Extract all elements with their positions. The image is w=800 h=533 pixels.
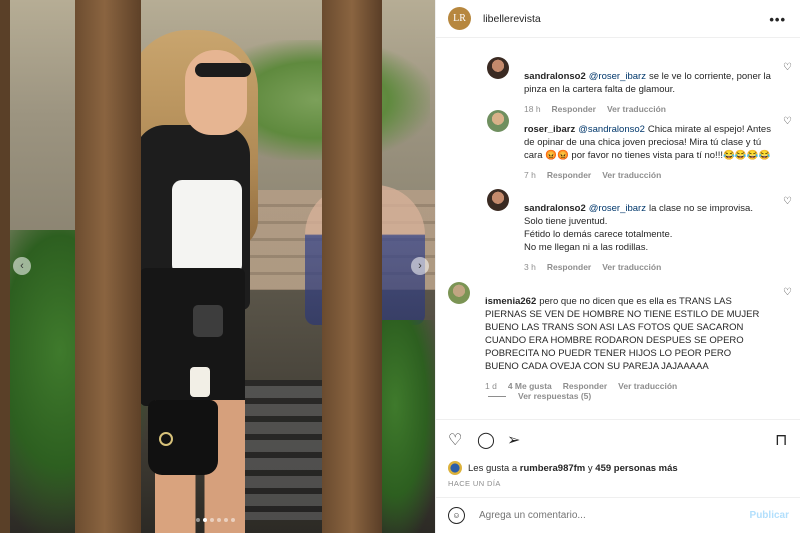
post-actions: ♡ ◯ ➢ ⊓ xyxy=(436,419,800,457)
likes-joiner: y xyxy=(587,462,593,474)
comment-bubble-icon[interactable]: ◯ xyxy=(477,430,495,450)
comment-mention[interactable]: @roser_ibarz xyxy=(589,203,646,214)
comment-input[interactable] xyxy=(479,510,719,521)
carousel-next-button[interactable]: › xyxy=(411,257,429,275)
add-comment-bar: ☺ Publicar xyxy=(436,497,800,533)
carousel-dot xyxy=(210,518,214,522)
comment-meta: 1 d 4 Me gusta Responder Ver traducción xyxy=(485,381,765,391)
avatar[interactable] xyxy=(448,282,470,304)
carousel-dot xyxy=(203,518,207,522)
photo-wood-post-left xyxy=(75,0,141,533)
photo-sunglasses xyxy=(195,63,251,77)
photo-wood-edge xyxy=(0,0,10,533)
likes-summary: Les gusta a rumbera987fm y 459 personas … xyxy=(448,461,678,475)
like-comment-heart-icon[interactable]: ♡ xyxy=(783,287,792,298)
likes-first-user[interactable]: rumbera987fm xyxy=(520,463,585,474)
photo-handbag-ring xyxy=(159,432,173,446)
like-heart-icon[interactable]: ♡ xyxy=(448,430,462,450)
account-name[interactable]: libellerevista xyxy=(483,13,541,25)
reply-button[interactable]: Responder xyxy=(547,170,591,180)
comment-text: ismenia262 pero que no dicen que es ella … xyxy=(485,282,765,373)
comment-meta: 7 h Responder Ver traducción xyxy=(524,170,779,180)
like-comment-heart-icon[interactable]: ♡ xyxy=(783,116,792,127)
view-replies-label: Ver respuestas (5) xyxy=(518,391,592,401)
reply-button[interactable]: Responder xyxy=(563,381,607,391)
comment-text: sandralonso2 @roser_ibarz se le ve lo corr… xyxy=(524,57,779,96)
share-send-icon[interactable]: ➢ xyxy=(507,430,520,450)
post-time-ago[interactable]: HACE UN DÍA xyxy=(448,479,501,488)
avatar[interactable] xyxy=(487,189,509,211)
account-avatar[interactable]: LR xyxy=(448,7,471,30)
more-options-icon[interactable]: ••• xyxy=(769,12,786,27)
comment-reply: sandralonso2 @roser_ibarz se le ve lo corr… xyxy=(487,57,779,114)
like-comment-heart-icon[interactable]: ♡ xyxy=(783,196,792,207)
comment: ismenia262 pero que no dicen que es ella … xyxy=(448,282,765,391)
carousel-dot xyxy=(217,518,221,522)
publish-button[interactable]: Publicar xyxy=(750,510,789,521)
chevron-left-icon: ‹ xyxy=(20,260,24,272)
comment-mention[interactable]: @roser_ibarz xyxy=(589,71,646,82)
photo-phone xyxy=(193,305,223,337)
comment-body: pero que no dicen que es ella es TRANS L… xyxy=(485,296,760,372)
comment-username[interactable]: sandralonso2 xyxy=(524,71,586,82)
photo-woman-top xyxy=(172,180,242,275)
reply-button[interactable]: Responder xyxy=(547,262,591,272)
post-header: LR libellerevista ••• xyxy=(436,0,800,38)
avatar[interactable] xyxy=(487,57,509,79)
comments-list: sandralonso2 @roser_ibarz se le ve lo corr… xyxy=(436,38,800,419)
comment-text: roser_ibarz @sandralonso2 Chica mirate al … xyxy=(524,110,779,162)
carousel-dots xyxy=(196,518,235,522)
comment-time[interactable]: 3 h xyxy=(524,262,536,272)
likes-prefix: Les gusta a xyxy=(468,462,518,474)
save-bookmark-icon[interactable]: ⊓ xyxy=(775,430,787,450)
translate-button[interactable]: Ver traducción xyxy=(618,381,677,391)
photo-hairclip xyxy=(190,367,210,397)
carousel-dot xyxy=(224,518,228,522)
comment-username[interactable]: sandralonso2 xyxy=(524,203,586,214)
comment-reply: roser_ibarz @sandralonso2 Chica mirate al … xyxy=(487,110,779,180)
post-photo[interactable]: ‹ › xyxy=(0,0,435,533)
comment-username[interactable]: ismenia262 xyxy=(485,296,536,307)
comment-likes[interactable]: 4 Me gusta xyxy=(508,381,552,391)
likes-others[interactable]: 459 personas más xyxy=(595,463,677,474)
photo-wood-post-right xyxy=(322,0,382,533)
comment-time[interactable]: 1 d xyxy=(485,381,497,391)
carousel-dot xyxy=(196,518,200,522)
replies-divider xyxy=(488,395,506,397)
emoji-icon[interactable]: ☺ xyxy=(448,507,465,524)
comment-reply: sandralonso2 @roser_ibarz la clase no se i… xyxy=(487,189,779,272)
comment-username[interactable]: roser_ibarz xyxy=(524,124,575,135)
translate-button[interactable]: Ver traducción xyxy=(602,262,661,272)
comment-meta: 3 h Responder Ver traducción xyxy=(524,262,779,272)
post-side-panel: LR libellerevista ••• sandralonso2 @roser… xyxy=(435,0,800,533)
carousel-prev-button[interactable]: ‹ xyxy=(13,257,31,275)
comment-text: sandralonso2 @roser_ibarz la clase no se i… xyxy=(524,189,779,254)
avatar[interactable] xyxy=(448,461,462,475)
chevron-right-icon: › xyxy=(418,260,422,272)
avatar[interactable] xyxy=(487,110,509,132)
comment-mention[interactable]: @sandralonso2 xyxy=(578,124,645,135)
like-comment-heart-icon[interactable]: ♡ xyxy=(783,62,792,73)
carousel-dot xyxy=(231,518,235,522)
translate-button[interactable]: Ver traducción xyxy=(602,170,661,180)
comment-time[interactable]: 7 h xyxy=(524,170,536,180)
view-replies-button[interactable]: Ver respuestas (5) xyxy=(488,391,591,401)
